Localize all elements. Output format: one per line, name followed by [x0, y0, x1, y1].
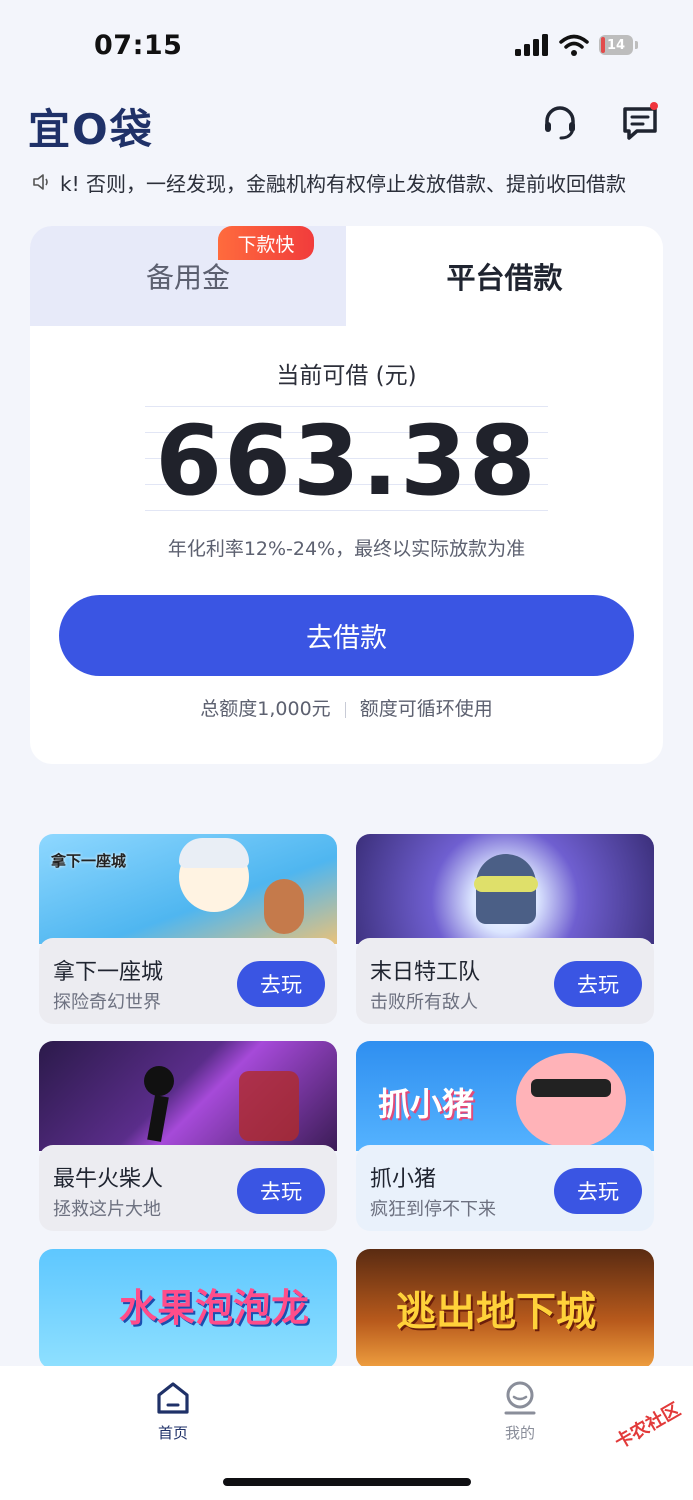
play-button[interactable]: 去玩	[237, 1168, 325, 1214]
play-button[interactable]: 去玩	[554, 961, 642, 1007]
home-indicator[interactable]	[223, 1478, 471, 1486]
game-banner-image: 逃出地下城	[356, 1249, 654, 1369]
game-banner-image	[356, 834, 654, 944]
quota-info: 总额度1,000元 额度可循环使用	[0, 694, 693, 721]
nav-home[interactable]: 首页	[133, 1380, 213, 1443]
game-subtitle: 疯狂到停不下来	[370, 1199, 496, 1220]
quota-note: 额度可循环使用	[359, 698, 493, 720]
wifi-icon	[559, 34, 589, 56]
message-icon[interactable]	[620, 102, 660, 142]
notice-bar: k! 否则，一经发现，金融机构有权停止发放借款、提前收回借款	[32, 168, 662, 196]
unread-dot	[650, 102, 658, 110]
status-icons: 14	[515, 34, 638, 56]
speaker-icon	[33, 174, 48, 190]
borrow-button[interactable]: 去借款	[59, 595, 634, 676]
game-banner-image: 拿下一座城	[39, 834, 337, 944]
game-subtitle: 探险奇幻世界	[53, 992, 161, 1013]
game-banner-image: 水果泡泡龙	[39, 1249, 337, 1369]
game-card[interactable]: 拿下一座城 拿下一座城 探险奇幻世界 去玩	[39, 834, 337, 1024]
game-banner-text: 逃出地下城	[396, 1289, 596, 1335]
profile-icon	[504, 1381, 536, 1415]
game-banner-text: 水果泡泡龙	[119, 1286, 310, 1330]
notice-text: k! 否则，一经发现，金融机构有权停止发放借款、提前收回借款	[60, 171, 626, 196]
play-button[interactable]: 去玩	[237, 961, 325, 1007]
game-subtitle: 拯救这片大地	[53, 1199, 161, 1220]
game-title: 末日特工队	[370, 960, 481, 985]
game-title: 拿下一座城	[53, 960, 164, 985]
total-quota: 总额度1,000元	[200, 698, 331, 720]
game-banner-image	[39, 1041, 337, 1151]
nav-home-label: 首页	[157, 1424, 188, 1442]
interest-rate-text: 年化利率12%-24%，最终以实际放款为准	[167, 538, 526, 560]
play-button[interactable]: 去玩	[554, 1168, 642, 1214]
available-amount: 663.38	[155, 405, 538, 517]
game-card[interactable]: 抓小猪 抓小猪 疯狂到停不下来 去玩	[356, 1041, 654, 1231]
battery-icon: 14	[599, 35, 638, 55]
game-title: 抓小猪	[370, 1167, 437, 1192]
game-card[interactable]: 逃出地下城	[356, 1249, 654, 1369]
customer-service-icon[interactable]	[540, 102, 580, 142]
battery-level: 14	[606, 37, 626, 53]
signal-icon	[515, 34, 548, 56]
game-card[interactable]: 末日特工队 击败所有敌人 去玩	[356, 834, 654, 1024]
game-card[interactable]: 水果泡泡龙	[39, 1249, 337, 1369]
available-label: 当前可借 (元)	[276, 363, 417, 389]
nav-mine[interactable]: 我的	[480, 1380, 560, 1443]
game-title: 最牛火柴人	[53, 1167, 164, 1192]
game-banner-text: 抓小猪	[378, 1085, 475, 1123]
status-time: 07:15	[94, 30, 183, 61]
game-banner-text: 拿下一座城	[51, 852, 127, 870]
game-card[interactable]: 最牛火柴人 拯救这片大地 去玩	[39, 1041, 337, 1231]
game-subtitle: 击败所有敌人	[370, 992, 478, 1013]
app-logo: 宜O袋	[28, 105, 154, 154]
fast-loan-badge: 下款快	[218, 226, 314, 260]
tab-platform-loan[interactable]: 平台借款	[346, 226, 663, 326]
nav-mine-label: 我的	[504, 1424, 535, 1442]
home-icon	[157, 1382, 189, 1414]
game-banner-image: 抓小猪	[356, 1041, 654, 1151]
